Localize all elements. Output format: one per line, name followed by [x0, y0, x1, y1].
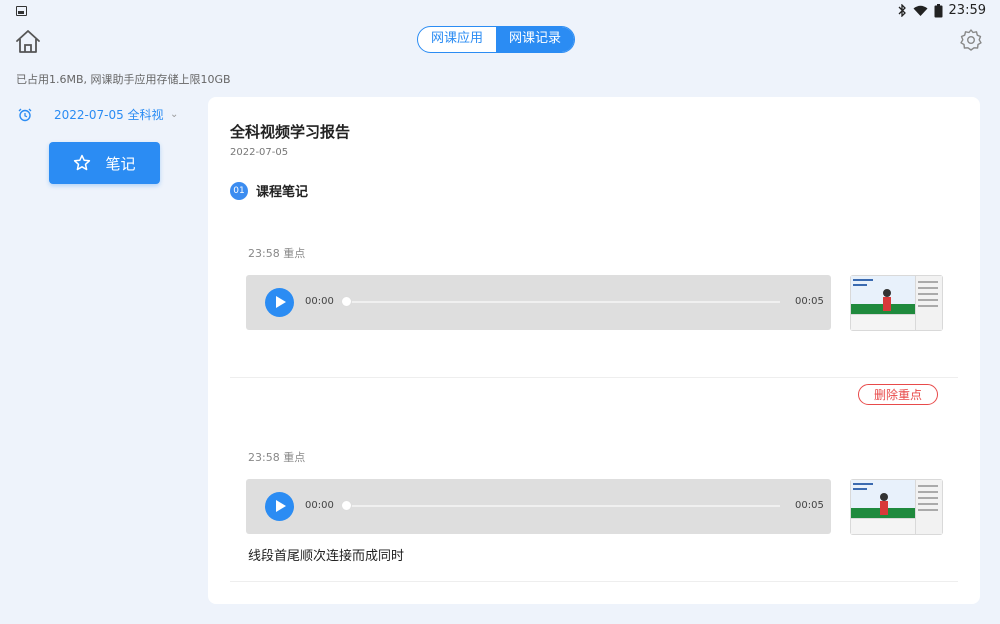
gear-icon[interactable] — [959, 28, 983, 52]
duration: 00:05 — [795, 296, 824, 307]
current-time: 00:00 — [305, 500, 334, 511]
status-icons: 23:59 — [897, 3, 986, 18]
date-selector[interactable]: 2022-07-05 全科视频 ⌄ — [18, 106, 178, 123]
audio-player: 00:00 00:05 — [246, 275, 831, 330]
status-bar: 23:59 — [0, 0, 1000, 24]
report-title: 全科视频学习报告 — [230, 123, 351, 141]
section-number-badge: 01 — [230, 181, 248, 200]
note-timestamp: 23:58 重点 — [248, 451, 306, 464]
progress-handle[interactable] — [341, 296, 352, 307]
progress-track[interactable] — [348, 505, 780, 507]
video-thumbnail[interactable] — [850, 275, 943, 331]
battery-icon — [934, 3, 943, 17]
audio-player: 00:00 00:05 — [246, 479, 831, 534]
note-timestamp: 23:58 重点 — [248, 247, 306, 260]
section-title: 课程笔记 — [256, 185, 309, 200]
alarm-clock-icon — [18, 108, 32, 121]
note-text: 线段首尾顺次连接而成同时 — [248, 549, 405, 564]
play-icon[interactable] — [265, 288, 294, 317]
bluetooth-icon — [898, 4, 906, 17]
mode-tabs: 网课应用 网课记录 — [417, 26, 576, 53]
tab-course-apps[interactable]: 网课应用 — [418, 27, 496, 52]
current-time: 00:00 — [305, 296, 334, 307]
top-bar: 网课应用 网课记录 — [0, 24, 1000, 62]
notes-button[interactable]: 笔记 — [49, 142, 160, 184]
play-icon[interactable] — [265, 492, 294, 521]
report-card: 全科视频学习报告 2022-07-05 01 课程笔记 23:58 重点 00:… — [208, 97, 980, 604]
progress-handle[interactable] — [341, 500, 352, 511]
progress-track[interactable] — [348, 301, 780, 303]
delete-highlight-button[interactable]: 删除重点 — [858, 384, 938, 405]
tab-course-records[interactable]: 网课记录 — [496, 27, 575, 52]
home-icon[interactable] — [14, 28, 42, 56]
section-header: 01 课程笔记 — [230, 181, 308, 200]
divider — [230, 377, 958, 378]
chevron-down-icon: ⌄ — [170, 109, 179, 120]
wifi-icon — [913, 5, 928, 16]
divider — [230, 581, 958, 582]
storage-info: 已占用1.6MB, 网课助手应用存储上限10GB — [16, 73, 231, 86]
duration: 00:05 — [795, 500, 824, 511]
notes-button-label: 笔记 — [105, 154, 136, 173]
status-time: 23:59 — [948, 3, 986, 18]
image-icon — [16, 6, 27, 16]
date-selector-label: 2022-07-05 全科视频 — [54, 108, 164, 122]
video-thumbnail[interactable] — [850, 479, 943, 535]
report-date: 2022-07-05 — [230, 147, 289, 158]
star-icon — [74, 154, 91, 171]
